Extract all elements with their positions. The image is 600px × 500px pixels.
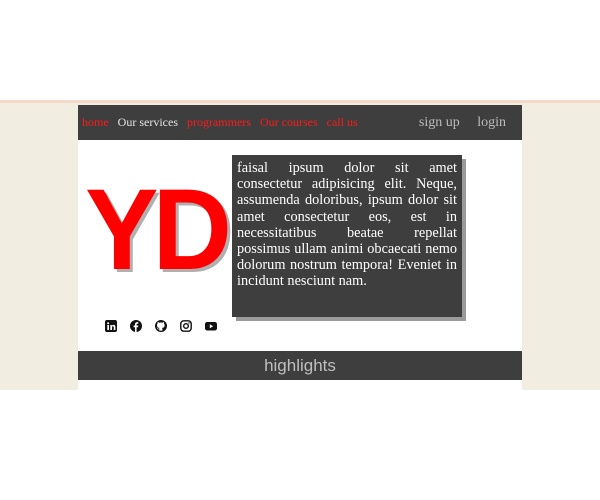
facebook-icon[interactable] [130,319,142,332]
nav-link-our-services[interactable]: Our services [118,115,178,130]
github-icon[interactable] [155,319,167,332]
about-text-box: faisal ipsum dolor sit amet consectetur … [232,155,462,317]
login-link[interactable]: login [477,115,506,130]
nav-link-call-us[interactable]: call us [327,115,358,130]
highlights-title: highlights [264,356,336,375]
yd-logo: YD [85,164,232,295]
highlights-section-header: highlights [78,351,522,380]
nav-link-our-courses[interactable]: Our courses [260,115,318,130]
sign-up-link[interactable]: sign up [419,115,460,130]
social-links [105,319,217,333]
auth-links: sign up login [405,115,506,131]
about-text: faisal ipsum dolor sit amet consectetur … [237,160,457,290]
site-container: home Our services programmers Our course… [78,105,522,390]
linkedin-icon[interactable] [105,319,117,332]
instagram-icon[interactable] [180,319,192,332]
nav-links: home Our services programmers Our course… [82,115,364,130]
youtube-icon[interactable] [205,319,217,331]
nav-link-programmers[interactable]: programmers [187,115,251,130]
navbar: home Our services programmers Our course… [78,105,522,140]
nav-link-home[interactable]: home [82,115,109,130]
